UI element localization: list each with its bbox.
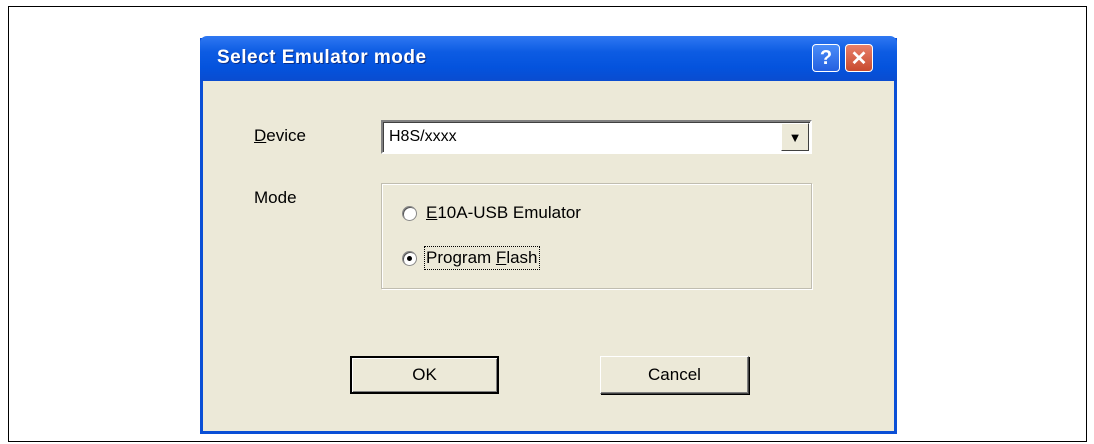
device-value: H8S/xxxx (389, 128, 457, 145)
help-icon: ? (819, 46, 833, 69)
title-bar[interactable]: Select Emulator mode ? ✕ (200, 36, 897, 81)
mode-label: Mode (254, 188, 297, 207)
close-icon: ✕ (850, 47, 868, 70)
dropdown-arrow-icon: ▼ (788, 129, 802, 145)
radio-option-e10a-usb[interactable]: E10A-USB Emulator (402, 203, 581, 223)
dialog-title: Select Emulator mode (217, 47, 427, 68)
device-dropdown-button[interactable]: ▼ (781, 123, 809, 151)
select-emulator-mode-dialog: Select Emulator mode ? ✕ Device H8S/xxxx… (200, 36, 897, 434)
radio-button-selected[interactable] (402, 250, 417, 266)
radio-button-unselected[interactable] (402, 205, 417, 221)
device-combobox[interactable]: H8S/xxxx ▼ (381, 120, 812, 154)
radio-label-program-flash: Program Flash (424, 246, 540, 270)
mode-groupbox: E10A-USB Emulator Program Flash (381, 183, 812, 289)
radio-option-program-flash[interactable]: Program Flash (402, 246, 540, 270)
ok-button[interactable]: OK (350, 356, 499, 394)
device-label: Device (254, 126, 306, 145)
cancel-button[interactable]: Cancel (600, 356, 749, 394)
close-button[interactable]: ✕ (845, 44, 873, 72)
radio-label-e10a-usb: E10A-USB Emulator (426, 203, 581, 222)
help-button[interactable]: ? (812, 44, 840, 72)
